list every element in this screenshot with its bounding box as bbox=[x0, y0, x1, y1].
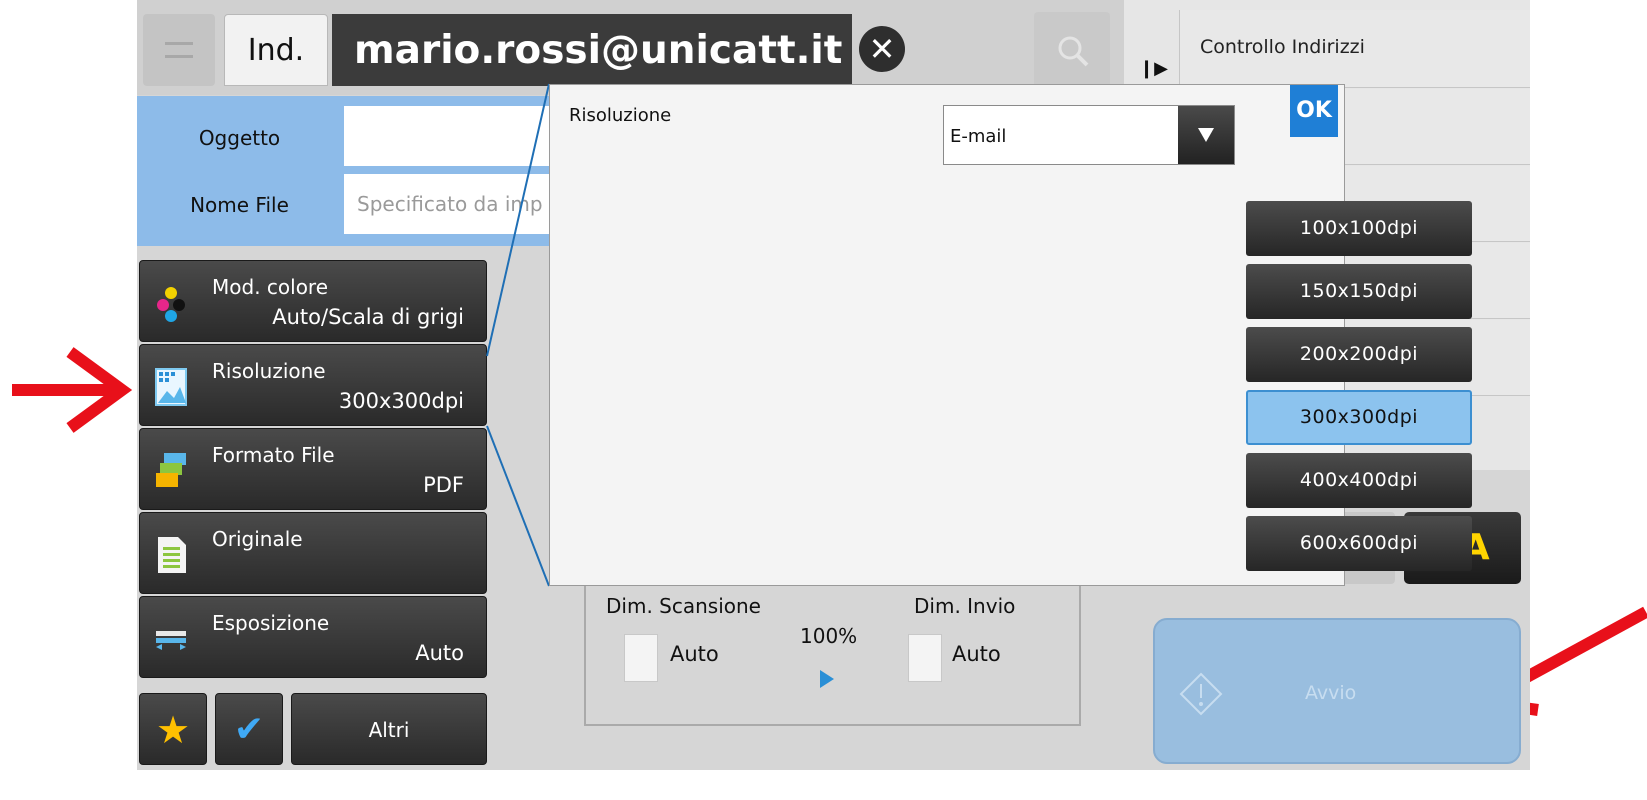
mode-select-dropdown-button[interactable] bbox=[1178, 106, 1234, 164]
mode-select[interactable]: E-mail bbox=[943, 105, 1235, 165]
resolution-option-label: 600x600dpi bbox=[1299, 532, 1419, 554]
left-red-arrow bbox=[12, 347, 133, 433]
resolution-option-label: 200x200dpi bbox=[1299, 343, 1419, 365]
resolution-option-label: 100x100dpi bbox=[1299, 217, 1419, 239]
resolution-popup: Risoluzione E-mail OK 100x100dpi 150x150… bbox=[549, 84, 1472, 586]
ok-button[interactable]: OK bbox=[1290, 85, 1338, 137]
resolution-option-label: 400x400dpi bbox=[1299, 469, 1419, 491]
resolution-option-label: 150x150dpi bbox=[1299, 280, 1419, 302]
resolution-option-label: 300x300dpi bbox=[1299, 406, 1419, 428]
mode-select-value: E-mail bbox=[950, 126, 1007, 147]
ok-label: OK bbox=[1296, 98, 1332, 123]
chevron-down-icon bbox=[1198, 128, 1214, 142]
resolution-option-150[interactable]: 150x150dpi bbox=[1246, 264, 1472, 319]
resolution-option-200[interactable]: 200x200dpi bbox=[1246, 327, 1472, 382]
resolution-option-600[interactable]: 600x600dpi bbox=[1246, 516, 1472, 571]
device-screen: Ind. mario.rossi@unicatt.it ✕ Oggetto No… bbox=[137, 0, 1530, 770]
resolution-option-100[interactable]: 100x100dpi bbox=[1246, 201, 1472, 256]
popup-title: Risoluzione bbox=[569, 105, 672, 126]
resolution-option-300[interactable]: 300x300dpi bbox=[1246, 390, 1472, 445]
resolution-option-400[interactable]: 400x400dpi bbox=[1246, 453, 1472, 508]
